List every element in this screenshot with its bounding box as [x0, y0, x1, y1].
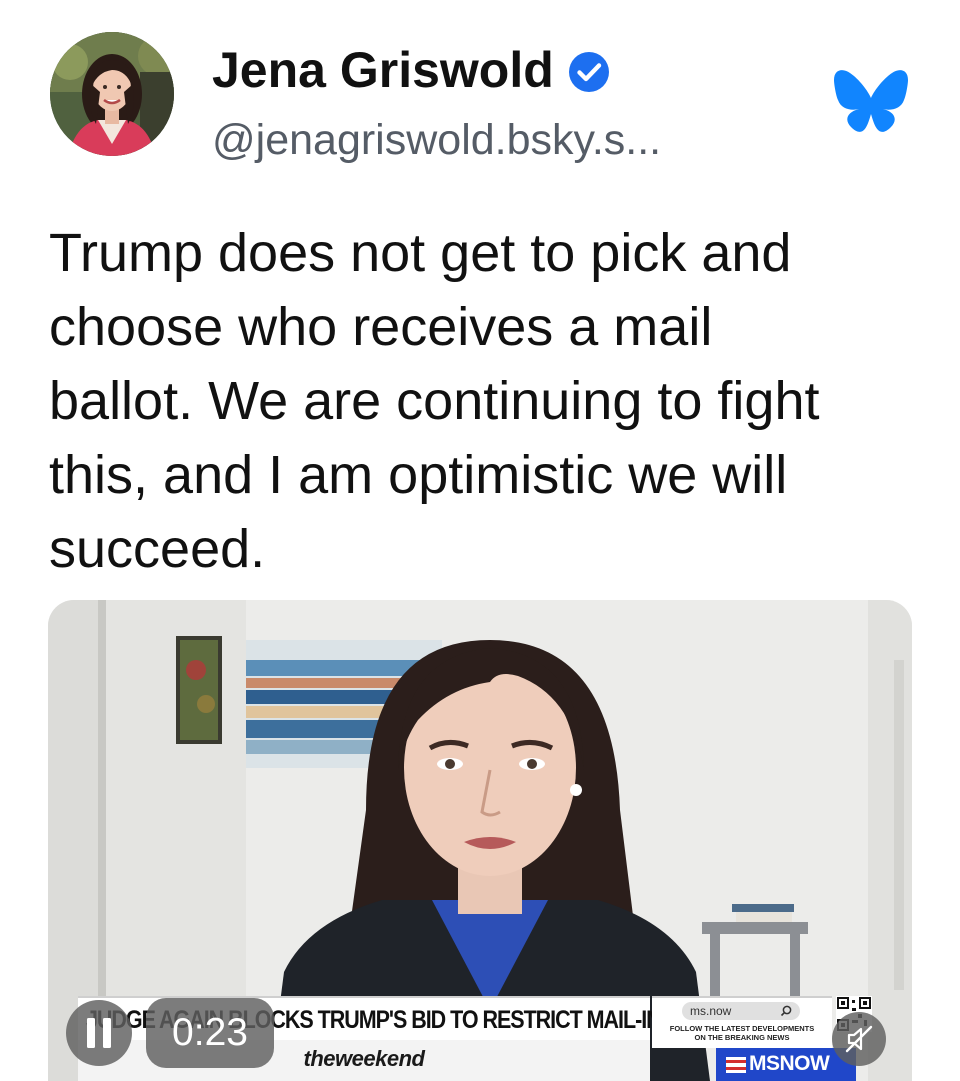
follow-text: FOLLOW THE LATEST DEVELOPMENTS ON THE BR…: [669, 1024, 815, 1042]
speaker-muted-icon: [845, 1025, 873, 1053]
pause-button[interactable]: [66, 1000, 132, 1066]
mute-button[interactable]: [832, 1012, 886, 1066]
pause-icon: [87, 1018, 111, 1048]
elapsed-time: 0:23: [146, 998, 274, 1068]
bluesky-butterfly-icon[interactable]: [834, 70, 908, 134]
post-text: Trump does not get to pick and choose wh…: [49, 223, 820, 579]
display-name[interactable]: Jena Griswold: [212, 38, 554, 102]
name-row: Jena Griswold: [212, 38, 610, 102]
post-header: Jena Griswold @jenagriswold.bsky.s...: [0, 0, 960, 200]
search-icon: [780, 1005, 792, 1017]
verified-badge-icon: [568, 52, 609, 92]
site-url: ms.now: [690, 1004, 732, 1018]
avatar[interactable]: [50, 32, 174, 156]
profile-photo-icon: [50, 32, 174, 156]
network-name: MSNOW: [749, 1052, 830, 1075]
site-url-pill: ms.now: [682, 1002, 800, 1020]
info-panel: ms.now FOLLOW THE LATEST DEVELOPMENTS ON…: [652, 996, 832, 1048]
handle[interactable]: @jenagriswold.bsky.s...: [212, 112, 661, 168]
flag-icon: [726, 1057, 746, 1073]
